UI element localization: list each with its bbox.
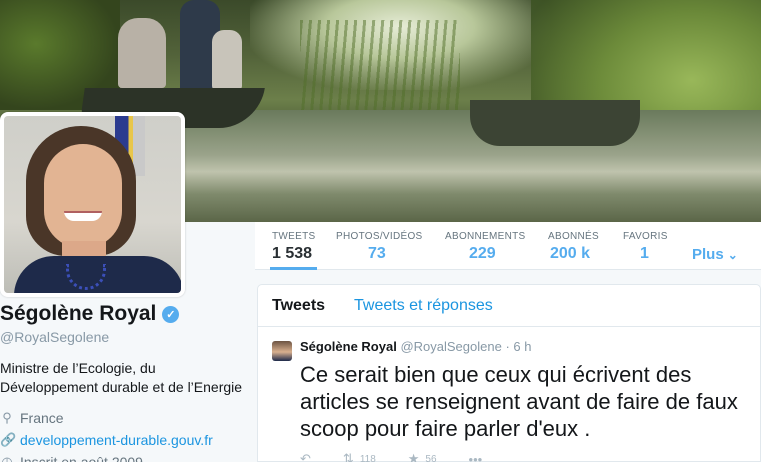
chevron-down-icon: ⌄ [727, 247, 738, 262]
tweet[interactable]: Ségolène Royal @RoyalSegolene · 6 h Ce s… [258, 327, 760, 462]
profile-card: Ségolène Royal ✓ @RoyalSegolene Ministre… [0, 302, 250, 462]
tweet-handle[interactable]: @RoyalSegolene [400, 339, 501, 354]
clock-icon: ◷ [1, 454, 13, 462]
location-pin-icon: ⚲ [2, 410, 12, 425]
more-button[interactable]: Plus ⌄ [692, 246, 738, 263]
profile-handle[interactable]: @RoyalSegolene [0, 329, 250, 345]
reply-icon: ↶ [300, 451, 311, 462]
profile-joined: ◷ Inscrit en août 2009 [0, 451, 250, 462]
profile-name[interactable]: Ségolène Royal [0, 302, 156, 326]
reply-button[interactable]: ↶ [300, 451, 311, 462]
website-link[interactable]: developpement-durable.gouv.fr [20, 432, 213, 448]
tweet-text: Ce serait bien que ceux qui écrivent des… [300, 362, 738, 441]
profile-bio: Ministre de l’Ecologie, du Développement… [0, 360, 243, 395]
tweet-actions: ↶ ⇅ 118 ★ 56 ••• [300, 451, 482, 462]
profile-nav: TWEETS 1 538 PHOTOS/VIDÉOS 73 ABONNEMENT… [255, 222, 761, 270]
stat-tweets[interactable]: TWEETS 1 538 [270, 231, 318, 270]
tab-tweets[interactable]: Tweets [272, 297, 325, 315]
tweet-avatar[interactable] [272, 341, 292, 361]
more-dots-icon: ••• [468, 451, 483, 462]
more-actions-button[interactable]: ••• [469, 451, 483, 462]
retweet-icon: ⇅ [342, 451, 354, 462]
link-icon: 🔗 [0, 432, 17, 447]
star-icon: ★ [407, 451, 420, 462]
favorite-button[interactable]: ★ 56 [408, 451, 437, 462]
timeline: Tweets Tweets et réponses Ségolène Royal… [257, 284, 761, 462]
tweet-time[interactable]: · 6 h [505, 339, 531, 354]
profile-location: ⚲ France [0, 407, 250, 429]
timeline-tabs: Tweets Tweets et réponses [258, 285, 760, 327]
tweet-header: Ségolène Royal @RoyalSegolene · 6 h [300, 339, 531, 354]
tweet-author[interactable]: Ségolène Royal [300, 339, 397, 354]
tab-tweets-and-replies[interactable]: Tweets et réponses [354, 297, 493, 315]
stat-photos-videos[interactable]: PHOTOS/VIDÉOS 73 [336, 231, 423, 263]
stat-abonnes[interactable]: ABONNÉS 200 k [548, 231, 599, 263]
profile-website: 🔗 developpement-durable.gouv.fr [0, 429, 250, 451]
stat-abonnements[interactable]: ABONNEMENTS 229 [445, 231, 526, 263]
stat-favoris[interactable]: FAVORIS 1 [623, 231, 668, 263]
profile-avatar[interactable] [0, 112, 185, 297]
verified-badge-icon: ✓ [162, 305, 180, 323]
retweet-button[interactable]: ⇅ 118 [343, 451, 376, 462]
